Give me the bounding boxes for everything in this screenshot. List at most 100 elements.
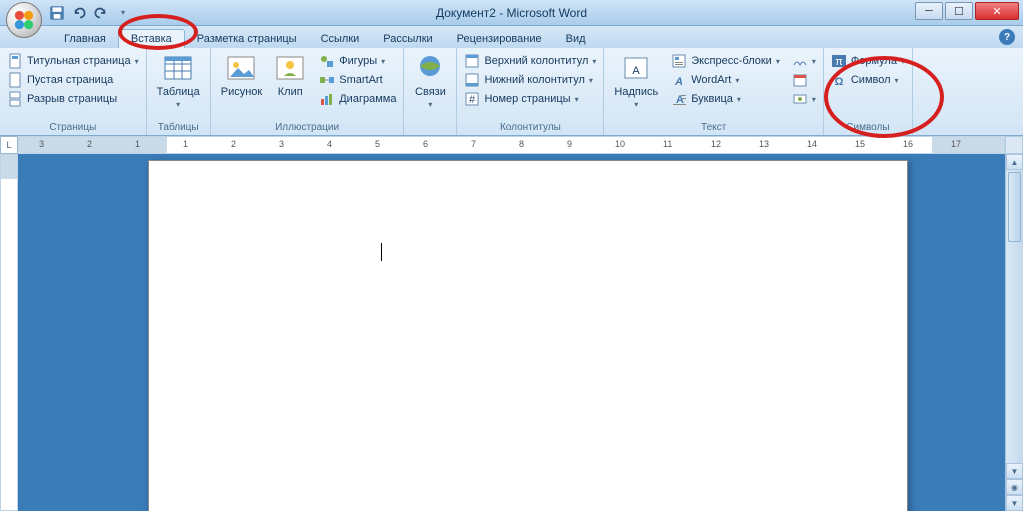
smartart-button[interactable]: SmartArt xyxy=(316,71,399,89)
object-icon xyxy=(792,91,808,107)
group-illustrations-label: Иллюстрации xyxy=(215,121,400,135)
symbol-button[interactable]: Ω Символ▾ xyxy=(828,71,908,89)
office-button[interactable] xyxy=(6,2,42,38)
group-symbols-label: Символы xyxy=(828,121,908,135)
object-button[interactable]: ▾ xyxy=(789,90,819,108)
ruler-toggle[interactable] xyxy=(1005,136,1023,154)
text-box-icon: A xyxy=(620,52,652,84)
text-box-button[interactable]: A Надпись ▾ xyxy=(608,50,664,111)
save-icon xyxy=(48,4,66,22)
ruler-tick: 1 xyxy=(183,139,188,149)
chevron-down-icon: ▾ xyxy=(381,57,385,66)
save-button[interactable] xyxy=(48,4,66,22)
ruler-row: L 3211234567891011121314151617 xyxy=(0,136,1023,154)
ruler-tick: 14 xyxy=(807,139,817,149)
date-time-icon xyxy=(792,72,808,88)
equation-button[interactable]: π Формула▾ xyxy=(828,52,908,70)
window-controls: ─ ☐ ✕ xyxy=(915,2,1019,20)
header-button[interactable]: Верхний колонтитул▾ xyxy=(461,52,599,70)
browse-prev-button[interactable]: ◉ xyxy=(1006,479,1023,495)
tab-home[interactable]: Главная xyxy=(52,30,118,48)
help-button[interactable]: ? xyxy=(999,29,1015,45)
table-button[interactable]: Таблица ▾ xyxy=(151,50,206,111)
group-tables: Таблица ▾ Таблицы xyxy=(147,48,211,135)
ruler-right-margin xyxy=(932,137,1004,153)
svg-text:A: A xyxy=(674,76,683,88)
scroll-track[interactable] xyxy=(1006,244,1023,463)
ruler-tick: 10 xyxy=(615,139,625,149)
tab-selector[interactable]: L xyxy=(0,136,18,154)
wordart-icon: A xyxy=(671,72,687,88)
redo-button[interactable] xyxy=(92,4,110,22)
page-break-button[interactable]: Разрыв страницы xyxy=(4,90,142,108)
scroll-up-button[interactable]: ▲ xyxy=(1006,154,1023,170)
cover-page-button[interactable]: Титульная страница▾ xyxy=(4,52,142,70)
chevron-down-icon: ▾ xyxy=(592,57,596,66)
tab-page-layout[interactable]: Разметка страницы xyxy=(185,30,309,48)
chart-label: Диаграмма xyxy=(339,93,396,105)
smartart-icon xyxy=(319,72,335,88)
chevron-down-icon: ▾ xyxy=(901,57,905,66)
page-number-button[interactable]: # Номер страницы▾ xyxy=(461,90,599,108)
links-button[interactable]: Связи ▾ xyxy=(408,50,452,111)
page-number-icon: # xyxy=(464,91,480,107)
signature-line-button[interactable]: ▾ xyxy=(789,52,819,70)
page[interactable] xyxy=(148,160,908,511)
maximize-button[interactable]: ☐ xyxy=(945,2,973,20)
browse-next-button[interactable]: ▼ xyxy=(1006,495,1023,511)
drop-cap-button[interactable]: A Буквица▾ xyxy=(668,90,783,108)
footer-label: Нижний колонтитул xyxy=(484,74,584,86)
group-links: Связи ▾ xyxy=(404,48,457,135)
drop-cap-label: Буквица xyxy=(691,93,733,105)
chevron-down-icon: ▾ xyxy=(776,57,780,66)
ruler-tick: 3 xyxy=(279,139,284,149)
tab-view[interactable]: Вид xyxy=(554,30,598,48)
minimize-button[interactable]: ─ xyxy=(915,2,943,20)
document-canvas[interactable] xyxy=(18,154,1005,511)
tab-review[interactable]: Рецензирование xyxy=(445,30,554,48)
picture-button[interactable]: Рисунок xyxy=(215,50,269,100)
ruler-tick: 7 xyxy=(471,139,476,149)
undo-button[interactable] xyxy=(70,4,88,22)
horizontal-ruler[interactable]: 3211234567891011121314151617 xyxy=(18,136,1005,154)
date-time-button[interactable] xyxy=(789,71,819,89)
chevron-down-icon: ▾ xyxy=(735,76,739,85)
quick-parts-button[interactable]: Экспресс-блоки▾ xyxy=(668,52,783,70)
cover-page-label: Титульная страница xyxy=(27,55,131,67)
table-label: Таблица xyxy=(157,86,200,98)
tab-insert[interactable]: Вставка xyxy=(118,29,185,48)
scroll-down-button[interactable]: ▼ xyxy=(1006,463,1023,479)
clip-button[interactable]: Клип xyxy=(268,50,312,100)
picture-icon xyxy=(225,52,257,84)
scroll-thumb[interactable] xyxy=(1008,172,1021,242)
chevron-down-icon: ▾ xyxy=(589,76,593,85)
smartart-label: SmartArt xyxy=(339,74,382,86)
qat-customize-button[interactable]: ▾ xyxy=(114,4,132,22)
chart-button[interactable]: Диаграмма xyxy=(316,90,399,108)
tab-mailings[interactable]: Рассылки xyxy=(371,30,444,48)
blank-page-label: Пустая страница xyxy=(27,74,113,86)
vertical-ruler[interactable] xyxy=(0,154,18,511)
shapes-button[interactable]: Фигуры▾ xyxy=(316,52,399,70)
symbol-icon: Ω xyxy=(831,72,847,88)
text-box-label: Надпись xyxy=(614,86,658,98)
page-break-label: Разрыв страницы xyxy=(27,93,117,105)
quick-access-toolbar: ▾ xyxy=(48,4,132,22)
chevron-down-icon: ▾ xyxy=(737,95,741,104)
svg-text:#: # xyxy=(469,94,476,106)
ribbon: Титульная страница▾ Пустая страница Разр… xyxy=(0,48,1023,136)
blank-page-button[interactable]: Пустая страница xyxy=(4,71,142,89)
vertical-scrollbar[interactable]: ▲ ▼ ◉ ▼ xyxy=(1005,154,1023,511)
svg-text:π: π xyxy=(835,56,843,68)
ruler-tick: 6 xyxy=(423,139,428,149)
group-symbols: π Формула▾ Ω Символ▾ Символы xyxy=(824,48,913,135)
wordart-button[interactable]: A WordArt▾ xyxy=(668,71,783,89)
chevron-down-icon: ▾ xyxy=(121,8,125,17)
group-illustrations: Рисунок Клип Фигуры▾ SmartArt Диаграмма xyxy=(211,48,405,135)
tab-references[interactable]: Ссылки xyxy=(309,30,372,48)
close-button[interactable]: ✕ xyxy=(975,2,1019,20)
shapes-icon xyxy=(319,53,335,69)
chevron-down-icon: ▾ xyxy=(812,95,816,104)
footer-button[interactable]: Нижний колонтитул ▾ xyxy=(461,71,599,89)
equation-icon: π xyxy=(831,53,847,69)
